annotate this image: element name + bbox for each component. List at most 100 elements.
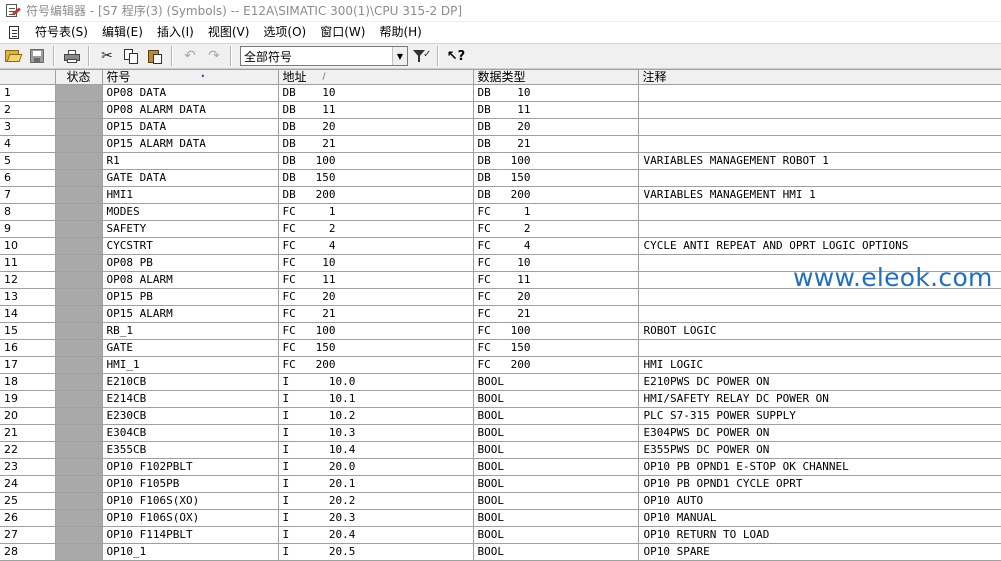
address-cell[interactable]: DB 200 [278,186,474,204]
comment-cell[interactable]: OP10 RETURN TO LOAD [638,526,1001,544]
cut-button[interactable]: ✂ [96,45,118,67]
data-type-cell[interactable]: DB 10 [473,84,639,102]
row-number-cell[interactable]: 18 [0,373,56,391]
data-type-cell[interactable]: FC 10 [473,254,639,272]
data-type-cell[interactable]: BOOL [473,509,639,527]
comment-cell[interactable]: OP10 MANUAL [638,509,1001,527]
header-symbol[interactable]: 符号 • [102,69,279,85]
comment-cell[interactable]: E210PWS DC POWER ON [638,373,1001,391]
header-address[interactable]: 地址 / [278,69,474,85]
header-status[interactable]: 状态 [55,69,103,85]
table-row[interactable]: 23 OP10 F102PBLT I 20.0 BOOL OP10 PB OPND1 E… [0,458,1001,476]
symbol-cell[interactable]: R1 [102,152,279,170]
comment-cell[interactable]: PLC S7-315 POWER SUPPLY [638,407,1001,425]
menu-help[interactable]: 帮助(H) [372,22,428,43]
address-cell[interactable]: FC 100 [278,322,474,340]
header-row-number[interactable] [0,69,56,85]
status-cell[interactable] [55,509,103,527]
data-type-cell[interactable]: DB 100 [473,152,639,170]
print-button[interactable] [61,45,83,67]
table-row[interactable]: 4 OP15 ALARM DATA DB 21 DB 21 [0,135,1001,153]
symbol-cell[interactable]: E304CB [102,424,279,442]
status-cell[interactable] [55,339,103,357]
comment-cell[interactable]: OP10 PB OPND1 E-STOP OK CHANNEL [638,458,1001,476]
address-cell[interactable]: FC 10 [278,254,474,272]
status-cell[interactable] [55,492,103,510]
table-row[interactable]: 17 HMI_1 FC 200 FC 200 HMI LOGIC [0,356,1001,374]
status-cell[interactable] [55,135,103,153]
table-row[interactable]: 3 OP15 DATA DB 20 DB 20 [0,118,1001,136]
address-cell[interactable]: DB 10 [278,84,474,102]
address-cell[interactable]: FC 1 [278,203,474,221]
symbol-cell[interactable]: MODES [102,203,279,221]
symbol-cell[interactable]: OP08 DATA [102,84,279,102]
row-number-cell[interactable]: 13 [0,288,56,306]
status-cell[interactable] [55,305,103,323]
status-cell[interactable] [55,390,103,408]
table-row[interactable]: 15 RB_1 FC 100 FC 100 ROBOT LOGIC [0,322,1001,340]
symbol-cell[interactable]: OP10 F106S(OX) [102,509,279,527]
symbol-cell[interactable]: OP15 PB [102,288,279,306]
data-type-cell[interactable]: DB 20 [473,118,639,136]
paste-button[interactable] [144,45,166,67]
table-row[interactable]: 9 SAFETY FC 2 FC 2 [0,220,1001,238]
data-type-cell[interactable]: DB 21 [473,135,639,153]
row-number-cell[interactable]: 20 [0,407,56,425]
row-number-cell[interactable]: 22 [0,441,56,459]
address-cell[interactable]: DB 100 [278,152,474,170]
header-comment[interactable]: 注释 [638,69,1001,85]
status-cell[interactable] [55,288,103,306]
comment-cell[interactable]: E304PWS DC POWER ON [638,424,1001,442]
row-number-cell[interactable]: 25 [0,492,56,510]
data-type-cell[interactable]: FC 11 [473,271,639,289]
status-cell[interactable] [55,475,103,493]
row-number-cell[interactable]: 8 [0,203,56,221]
menu-view[interactable]: 视图(V) [201,22,257,43]
address-cell[interactable]: I 20.0 [278,458,474,476]
data-type-cell[interactable]: BOOL [473,543,639,561]
status-cell[interactable] [55,237,103,255]
symbol-cell[interactable]: OP10 F114PBLT [102,526,279,544]
comment-cell[interactable] [638,305,1001,323]
data-type-cell[interactable]: BOOL [473,390,639,408]
table-row[interactable]: 2 OP08 ALARM DATA DB 11 DB 11 [0,101,1001,119]
undo-button[interactable]: ↶ [179,45,201,67]
menu-edit[interactable]: 编辑(E) [95,22,150,43]
status-cell[interactable] [55,101,103,119]
address-cell[interactable]: FC 2 [278,220,474,238]
status-cell[interactable] [55,169,103,187]
row-number-cell[interactable]: 16 [0,339,56,357]
comment-cell[interactable]: HMI/SAFETY RELAY DC POWER ON [638,390,1001,408]
symbol-cell[interactable]: OP10 F102PBLT [102,458,279,476]
menu-symbol-table[interactable]: 符号表(S) [28,22,95,43]
menu-options[interactable]: 选项(O) [256,22,313,43]
status-cell[interactable] [55,118,103,136]
data-type-cell[interactable]: FC 1 [473,203,639,221]
table-row[interactable]: 14 OP15 ALARM FC 21 FC 21 [0,305,1001,323]
table-row[interactable]: 7 HMI1 DB 200 DB 200 VARIABLES MANAGEMENT HM… [0,186,1001,204]
comment-cell[interactable]: VARIABLES MANAGEMENT HMI 1 [638,186,1001,204]
symbol-filter-select[interactable]: 全部符号 ▼ [240,46,408,66]
symbol-cell[interactable]: CYCSTRT [102,237,279,255]
row-number-cell[interactable]: 23 [0,458,56,476]
address-cell[interactable]: FC 4 [278,237,474,255]
table-row[interactable]: 25 OP10 F106S(XO) I 20.2 BOOL OP10 AUTO [0,492,1001,510]
comment-cell[interactable] [638,84,1001,102]
symbol-cell[interactable]: E230CB [102,407,279,425]
comment-cell[interactable]: VARIABLES MANAGEMENT ROBOT 1 [638,152,1001,170]
row-number-cell[interactable]: 9 [0,220,56,238]
address-cell[interactable]: I 10.2 [278,407,474,425]
status-cell[interactable] [55,322,103,340]
row-number-cell[interactable]: 11 [0,254,56,272]
document-menu-icon[interactable] [6,25,22,41]
row-number-cell[interactable]: 19 [0,390,56,408]
data-type-cell[interactable]: FC 20 [473,288,639,306]
menu-window[interactable]: 窗口(W) [313,22,372,43]
symbol-cell[interactable]: OP10_1 [102,543,279,561]
symbol-cell[interactable]: E210CB [102,373,279,391]
symbol-cell[interactable]: OP15 DATA [102,118,279,136]
table-row[interactable]: 19 E214CB I 10.1 BOOL HMI/SAFETY RELAY DC PO… [0,390,1001,408]
address-cell[interactable]: FC 21 [278,305,474,323]
table-row[interactable]: 5 R1 DB 100 DB 100 VARIABLES MANAGEMENT ROBO… [0,152,1001,170]
status-cell[interactable] [55,84,103,102]
